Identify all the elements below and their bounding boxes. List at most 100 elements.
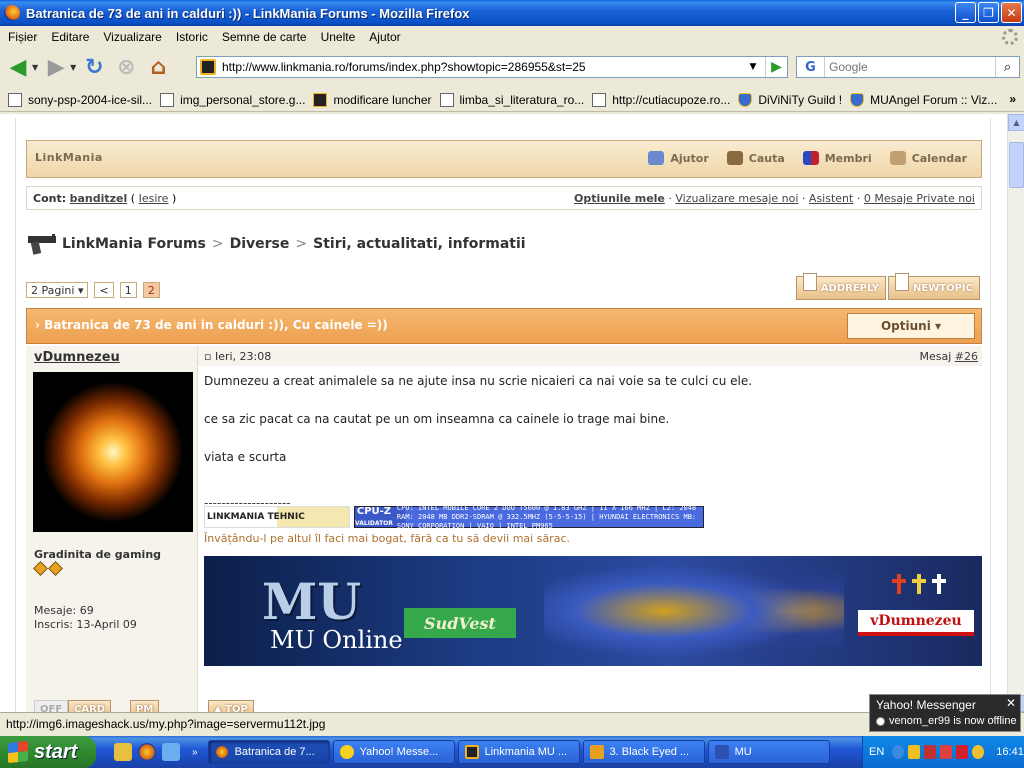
bookmark-item[interactable]: DiViNiTy Guild ! bbox=[738, 92, 842, 107]
new-posts-link[interactable]: Vizualizare mesaje noi bbox=[675, 192, 798, 205]
yahoo-notification[interactable]: Yahoo! Messenger ✕ venom_er99 is now off… bbox=[869, 694, 1021, 732]
page-1-link[interactable]: 1 bbox=[119, 282, 137, 298]
menu-help[interactable]: Ajutor bbox=[369, 30, 400, 44]
linkmania-favicon-icon bbox=[313, 92, 328, 107]
alert-icon[interactable] bbox=[940, 745, 953, 759]
task-linkmania[interactable]: Linkmania MU ... bbox=[457, 740, 580, 764]
network-icon[interactable] bbox=[892, 745, 905, 759]
vertical-scrollbar[interactable]: ▲ ▼ bbox=[1007, 114, 1024, 712]
task-firefox[interactable]: Batranica de 7... bbox=[207, 740, 330, 764]
firefox-icon[interactable] bbox=[138, 743, 156, 761]
menu-file[interactable]: Fișier bbox=[8, 30, 37, 44]
nav-members-link[interactable]: Membri bbox=[802, 151, 872, 165]
bookmark-item[interactable]: limba_si_literatura_ro... bbox=[439, 92, 584, 107]
go-button[interactable]: ▶ bbox=[765, 57, 787, 77]
new-topic-button[interactable]: NEWTOPIC bbox=[888, 273, 980, 300]
language-indicator[interactable]: EN bbox=[869, 746, 884, 758]
forward-button[interactable]: ▶ bbox=[42, 53, 70, 81]
assistant-link[interactable]: Asistent bbox=[809, 192, 853, 205]
search-bar[interactable]: G ⌕ bbox=[796, 56, 1020, 78]
forum-top-nav: LinkMania Ajutor Cauta Membri Calendar bbox=[26, 140, 982, 178]
show-desktop-icon[interactable] bbox=[114, 743, 132, 761]
nav-search-link[interactable]: Cauta bbox=[726, 151, 785, 165]
bookmark-item[interactable]: img_personal_store.g... bbox=[160, 92, 305, 107]
bookmark-item[interactable]: MUAngel Forum :: Viz... bbox=[850, 92, 997, 107]
my-options-link[interactable]: Optiunile mele bbox=[574, 192, 665, 205]
scroll-thumb[interactable] bbox=[1009, 142, 1024, 188]
private-messages-link[interactable]: 0 Mesaje Private noi bbox=[864, 192, 975, 205]
offline-indicator: OFF bbox=[34, 700, 69, 712]
nav-calendar-link[interactable]: Calendar bbox=[889, 151, 967, 165]
close-icon[interactable]: ✕ bbox=[1006, 696, 1016, 710]
bookmark-item[interactable]: http://cutiacupoze.ro... bbox=[592, 92, 730, 107]
post-permalink[interactable]: #26 bbox=[955, 350, 978, 363]
username-link[interactable]: banditzel bbox=[70, 192, 128, 205]
task-winamp[interactable]: 3. Black Eyed ... bbox=[582, 740, 705, 764]
security-shield-icon[interactable] bbox=[924, 745, 937, 759]
firewall-icon[interactable] bbox=[956, 745, 969, 759]
forum-brand[interactable]: LinkMania bbox=[35, 151, 103, 164]
back-history-dropdown-icon[interactable]: ▼ bbox=[32, 63, 38, 72]
minimize-button[interactable]: _ bbox=[955, 2, 976, 23]
yahoo-tray-icon[interactable] bbox=[972, 745, 985, 759]
menu-bookmarks[interactable]: Semne de carte bbox=[222, 30, 307, 44]
add-reply-button[interactable]: ADDREPLY bbox=[795, 273, 887, 300]
task-mu[interactable]: MU bbox=[707, 740, 830, 764]
menu-history[interactable]: Istoric bbox=[176, 30, 208, 44]
topic-header: › Batranica de 73 de ani in calduri :)),… bbox=[26, 308, 982, 344]
breadcrumb-forums[interactable]: LinkMania Forums bbox=[62, 236, 206, 252]
pages-dropdown[interactable]: 2 Pagini ▾ bbox=[26, 282, 89, 298]
breadcrumb-news[interactable]: Stiri, actualitati, informatii bbox=[313, 236, 525, 252]
task-yahoo[interactable]: Yahoo! Messe... bbox=[332, 740, 455, 764]
signature-banner[interactable]: MU MU Online SudVest vDumnezeu bbox=[204, 556, 982, 666]
rank-pip-icon bbox=[33, 561, 48, 576]
window-titlebar[interactable]: Batranica de 73 de ani in calduri :)) - … bbox=[0, 0, 1024, 26]
media-icon[interactable] bbox=[162, 743, 180, 761]
url-dropdown-icon[interactable]: ▼ bbox=[743, 57, 763, 77]
card-button[interactable]: CARD bbox=[68, 700, 112, 712]
logout-link[interactable]: Iesire bbox=[139, 192, 169, 205]
cross-icon bbox=[912, 574, 926, 594]
breadcrumb-diverse[interactable]: Diverse bbox=[230, 236, 290, 252]
cross-icons bbox=[892, 574, 946, 594]
close-button[interactable]: ✕ bbox=[1001, 2, 1022, 23]
prev-page-button[interactable]: < bbox=[94, 282, 114, 298]
top-button[interactable]: ▲ TOP bbox=[208, 700, 254, 712]
quick-launch-more[interactable]: » bbox=[192, 747, 198, 758]
forward-history-dropdown-icon[interactable]: ▼ bbox=[70, 63, 76, 72]
topic-options-button[interactable]: Optiuni ▾ bbox=[847, 313, 975, 339]
clock[interactable]: 16:41 bbox=[996, 746, 1024, 758]
back-button[interactable]: ◀ bbox=[4, 53, 32, 81]
home-button[interactable]: ⌂ bbox=[144, 53, 172, 81]
breadcrumb: LinkMania Forums > Diverse > Stiri, actu… bbox=[26, 232, 526, 256]
bookmark-item[interactable]: sony-psp-2004-ice-sil... bbox=[8, 92, 152, 107]
account-info: Cont: banditzel ( Iesire ) bbox=[33, 192, 177, 205]
page-2-current[interactable]: 2 bbox=[142, 282, 160, 298]
server-name: SudVest bbox=[404, 608, 516, 638]
search-engine-icon[interactable]: G bbox=[797, 57, 825, 77]
calendar-icon bbox=[889, 151, 906, 165]
menu-view[interactable]: Vizualizare bbox=[103, 30, 161, 44]
signature-badges: LINKMANIA TEHNIC CPU-Z VALIDATOR CPU: INT… bbox=[204, 504, 704, 530]
nav-help-link[interactable]: Ajutor bbox=[648, 151, 709, 165]
menu-tools[interactable]: Unelte bbox=[321, 30, 356, 44]
url-text[interactable]: http://www.linkmania.ro/forums/index.php… bbox=[222, 60, 586, 74]
pm-button[interactable]: PM bbox=[130, 700, 160, 712]
menu-edit[interactable]: Editare bbox=[51, 30, 89, 44]
linkmania-badge[interactable]: LINKMANIA TEHNIC bbox=[204, 506, 350, 528]
bookmarks-overflow-button[interactable]: » bbox=[1009, 92, 1016, 106]
bookmark-item[interactable]: modificare luncher bbox=[313, 92, 432, 107]
reload-button[interactable]: ↻ bbox=[80, 53, 108, 81]
url-bar[interactable]: http://www.linkmania.ro/forums/index.php… bbox=[196, 56, 788, 78]
post-paragraph: Dumnezeu a creat animalele sa ne ajute i… bbox=[204, 374, 753, 388]
post-author-link[interactable]: vDumnezeu bbox=[34, 350, 120, 365]
scroll-up-icon[interactable]: ▲ bbox=[1008, 114, 1024, 131]
stop-button[interactable]: ⊗ bbox=[112, 53, 140, 81]
start-button[interactable]: start bbox=[0, 736, 96, 768]
search-input[interactable] bbox=[829, 60, 989, 74]
antivirus-icon[interactable] bbox=[908, 745, 921, 759]
maximize-button[interactable]: ❐ bbox=[978, 2, 999, 23]
search-icon[interactable]: ⌕ bbox=[995, 57, 1019, 77]
cpuz-badge[interactable]: CPU-Z VALIDATOR CPU: INTEL MOBILE CORE 2 … bbox=[354, 504, 704, 530]
author-avatar[interactable] bbox=[33, 372, 193, 532]
